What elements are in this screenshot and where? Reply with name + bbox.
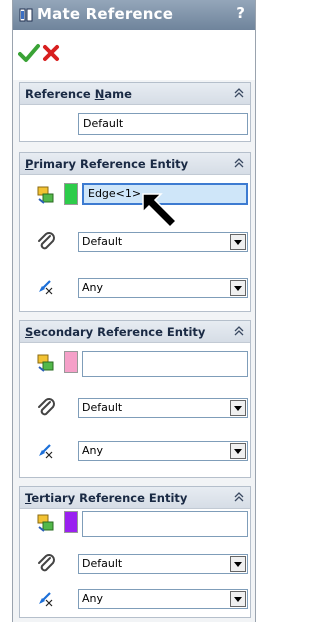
secondary-color-swatch	[64, 351, 78, 373]
paperclip-icon	[38, 398, 55, 416]
secondary-type-value: Default	[82, 401, 123, 414]
double-chevron-up-icon[interactable]	[234, 325, 244, 337]
secondary-alignment-select[interactable]: Any	[78, 441, 248, 461]
alignment-arrow-icon	[39, 280, 53, 295]
mouse-pointer-icon	[142, 193, 178, 229]
chevron-down-icon[interactable]	[230, 280, 246, 296]
primary-color-swatch	[64, 183, 78, 205]
reference-entity-icon	[37, 514, 54, 532]
primary-alignment-select[interactable]: Any	[78, 278, 248, 298]
chevron-down-icon[interactable]	[230, 400, 246, 416]
help-button[interactable]: ?	[236, 4, 245, 22]
tertiary-type-value: Default	[82, 557, 123, 570]
reference-name-header[interactable]: Reference Name	[20, 83, 250, 105]
red-x-icon	[43, 45, 59, 61]
double-chevron-up-icon[interactable]	[234, 157, 244, 169]
secondary-alignment-value: Any	[82, 444, 104, 457]
tertiary-alignment-select[interactable]: Any	[78, 589, 248, 609]
tertiary-reference-header-label: Tertiary Reference Entity	[25, 491, 188, 505]
reference-name-field[interactable]: Default	[78, 113, 248, 135]
chevron-down-icon[interactable]	[230, 591, 246, 607]
mate-reference-icon	[19, 8, 33, 22]
green-check-icon	[18, 44, 40, 62]
property-manager-panel: Mate Reference ? Reference Name Default …	[12, 0, 256, 622]
reference-entity-icon	[37, 354, 54, 372]
primary-alignment-value: Any	[82, 281, 104, 294]
tertiary-reference-group: Tertiary Reference Entity Default Any	[19, 486, 251, 618]
primary-type-value: Default	[82, 235, 123, 248]
secondary-entity-field[interactable]	[82, 351, 248, 377]
title-bar: Mate Reference ?	[13, 0, 255, 30]
double-chevron-up-icon[interactable]	[234, 87, 244, 99]
action-bar	[13, 30, 255, 80]
reference-entity-icon	[37, 186, 54, 204]
primary-reference-header[interactable]: Primary Reference Entity	[20, 153, 250, 175]
paperclip-icon	[38, 232, 55, 250]
reference-name-header-label: Reference Name	[25, 87, 132, 101]
primary-type-select[interactable]: Default	[78, 232, 248, 252]
tertiary-alignment-value: Any	[82, 592, 104, 605]
tertiary-reference-header[interactable]: Tertiary Reference Entity	[20, 487, 250, 509]
secondary-reference-header[interactable]: Secondary Reference Entity	[20, 321, 250, 343]
secondary-reference-group: Secondary Reference Entity Default Any	[19, 320, 251, 478]
chevron-down-icon[interactable]	[230, 234, 246, 250]
tertiary-type-select[interactable]: Default	[78, 554, 248, 574]
cancel-button[interactable]	[41, 42, 61, 64]
primary-reference-group: Primary Reference Entity Edge<1> Default…	[19, 152, 251, 312]
paperclip-icon	[38, 554, 55, 572]
alignment-arrow-icon	[39, 444, 53, 459]
chevron-down-icon[interactable]	[230, 556, 246, 572]
reference-name-group: Reference Name Default	[19, 82, 251, 142]
secondary-reference-header-label: Secondary Reference Entity	[25, 325, 206, 339]
primary-reference-header-label: Primary Reference Entity	[25, 157, 189, 171]
alignment-arrow-icon	[39, 592, 53, 607]
double-chevron-up-icon[interactable]	[234, 491, 244, 503]
secondary-type-select[interactable]: Default	[78, 398, 248, 418]
tertiary-entity-field[interactable]	[82, 511, 248, 537]
tertiary-color-swatch	[64, 511, 78, 533]
panel-title: Mate Reference	[37, 5, 174, 23]
ok-button[interactable]	[18, 42, 40, 64]
chevron-down-icon[interactable]	[230, 443, 246, 459]
